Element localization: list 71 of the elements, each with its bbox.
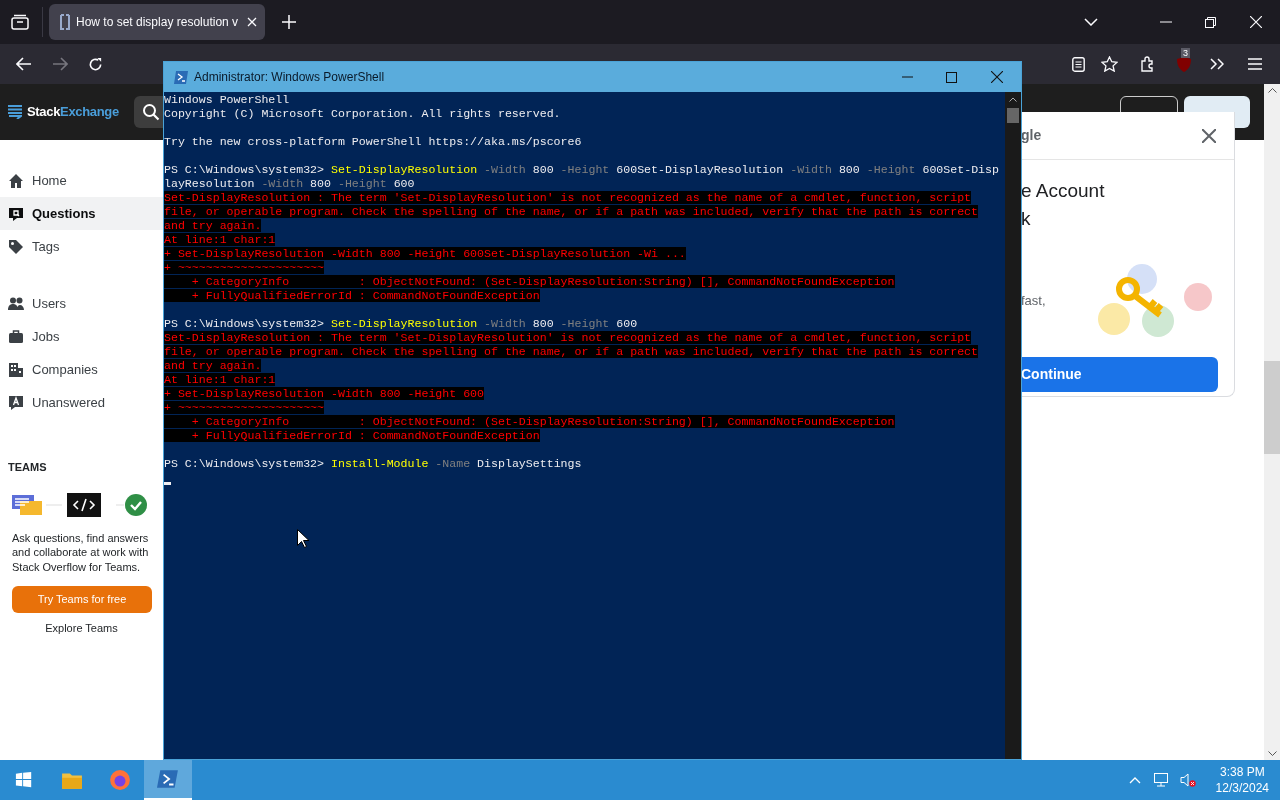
section-heading: TEAMS: [8, 460, 47, 475]
star-icon[interactable]: [1101, 56, 1118, 72]
new-tab-icon[interactable]: [282, 15, 297, 29]
nav-item[interactable]: Companies: [0, 353, 163, 386]
console-line: Windows PowerShell: [164, 93, 290, 107]
notification-badge: 3: [1181, 47, 1190, 58]
console-line: Try the new cross-platform PowerShell https://aka.ms/pscore6: [164, 135, 582, 149]
popup-text: fast,: [1021, 292, 1046, 311]
chevron-down-icon[interactable]: [1084, 18, 1098, 26]
back-icon[interactable]: [16, 57, 32, 71]
puzzle-icon[interactable]: [1140, 56, 1156, 72]
users-icon: [8, 295, 24, 312]
console-line: layResolution -Width 800 -Height 600: [164, 177, 415, 191]
chevron-up-icon[interactable]: [1128, 776, 1141, 784]
reader-view-icon[interactable]: [1072, 56, 1085, 72]
console-line: PS C:\Windows\system32> Set-DisplayResolution -Width 800 -Height 600: [164, 317, 638, 331]
tab-title: How to set display resolution v: [76, 14, 240, 31]
popup-heading: k: [1021, 207, 1031, 231]
clock-date[interactable]: 12/3/2024: [1215, 780, 1269, 796]
scrollbar[interactable]: [1005, 92, 1021, 759]
windows-logo-icon: [15, 771, 33, 789]
site-logo[interactable]: StackExchange: [8, 102, 119, 122]
console-line: PS C:\Windows\system32> Install-Module -Name DisplaySettings: [164, 457, 582, 471]
explore-teams-link[interactable]: Explore Teams: [45, 620, 118, 637]
close-icon[interactable]: [1202, 128, 1216, 143]
close-icon[interactable]: [991, 71, 1003, 83]
popup-heading: e Account: [1021, 179, 1105, 203]
console-line: Copyright (C) Microsoft Corporation. All rights reserved.: [164, 107, 561, 121]
console-line: PS C:\Windows\system32> Set-DisplayResolution -Width 800 -Height 600Set-DisplayResolution -Width 800 -Height 600Set-Disp: [164, 163, 999, 177]
browser-tab[interactable]: How to set display resolution v: [49, 4, 266, 40]
scrollbar-thumb[interactable]: [1007, 108, 1019, 123]
nav-item[interactable]: Unanswered: [0, 386, 163, 419]
text-cursor: [164, 482, 171, 485]
scroll-down-icon[interactable]: [1267, 751, 1277, 756]
nav-item[interactable]: Jobs: [0, 320, 163, 353]
nav-item[interactable]: Questions: [0, 197, 163, 230]
building-icon: [8, 361, 24, 378]
forward-icon[interactable]: [52, 57, 68, 71]
taskbar-button[interactable]: [144, 760, 192, 800]
reload-icon[interactable]: [88, 56, 103, 72]
site-icon: [59, 14, 71, 30]
powershell-icon: [174, 70, 188, 84]
nav-item[interactable]: Home: [0, 164, 163, 197]
briefcase-icon: [8, 328, 24, 345]
clock-time[interactable]: 3:38 PM: [1219, 764, 1265, 780]
muted-speaker-icon[interactable]: [1179, 773, 1196, 787]
search-icon: [141, 103, 160, 121]
maximize-icon[interactable]: [946, 71, 957, 83]
answer-icon: [8, 394, 24, 411]
nav-item[interactable]: Users: [0, 287, 163, 320]
tag-icon: [8, 238, 24, 255]
home-icon: [8, 172, 24, 189]
scrollbar[interactable]: [1264, 84, 1280, 760]
popup-title: gle: [1021, 126, 1042, 145]
scroll-up-icon[interactable]: [1009, 97, 1017, 102]
window-title: Administrator: Windows PowerShell: [194, 69, 385, 86]
nav-item[interactable]: Tags: [0, 230, 163, 263]
browser-icon: [109, 769, 131, 791]
scrollbar-thumb[interactable]: [1264, 361, 1280, 454]
menu-icon[interactable]: [1248, 58, 1262, 70]
question-icon: [8, 205, 24, 222]
network-icon[interactable]: [1153, 773, 1170, 787]
continue-button[interactable]: Continue: [1021, 357, 1218, 392]
restore-icon[interactable]: [1205, 16, 1216, 28]
powershell-icon: [157, 768, 179, 790]
tab-list-icon[interactable]: [11, 14, 29, 30]
overflow-icon[interactable]: [1210, 58, 1224, 70]
search-button[interactable]: [133, 96, 166, 128]
scroll-up-icon[interactable]: [1267, 88, 1277, 93]
mouse-pointer-icon: [297, 529, 309, 548]
teams-description: Ask questions, find answers and collaborate at work with Stack Overflow for Teams.: [12, 530, 150, 574]
